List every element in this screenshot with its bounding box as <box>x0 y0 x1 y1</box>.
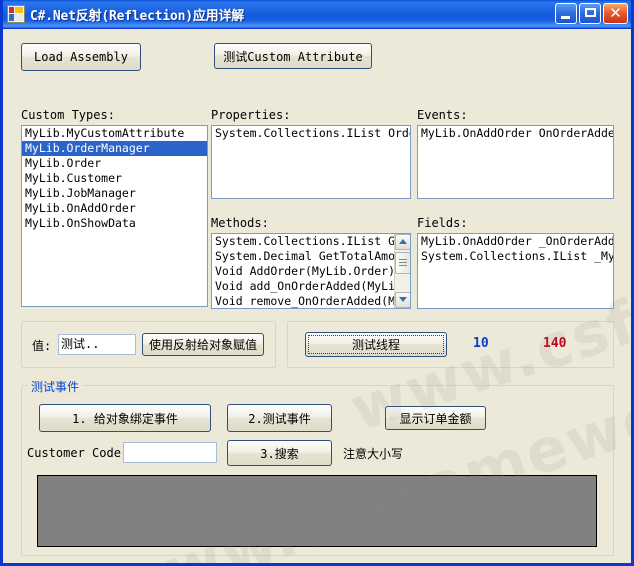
minimize-icon <box>561 16 570 19</box>
load-assembly-button[interactable]: Load Assembly <box>21 43 141 71</box>
search-button[interactable]: 3.搜索 <box>227 440 332 466</box>
list-item[interactable]: MyLib.MyCustomAttribute <box>22 126 207 141</box>
list-item[interactable]: Void remove_OnOrderAdded(MyLi <box>212 294 410 308</box>
list-item[interactable]: MyLib.OnShowData <box>22 216 207 231</box>
output-area[interactable] <box>37 475 597 547</box>
test-custom-attribute-button[interactable]: 测试Custom Attribute <box>214 43 372 69</box>
value-input[interactable]: 测试.. <box>58 334 136 355</box>
custom-types-label: Custom Types: <box>21 108 115 122</box>
client-area: Load Assembly 测试Custom Attribute Custom … <box>3 29 631 563</box>
methods-scrollbar[interactable] <box>394 234 410 308</box>
list-item[interactable]: MyLib.OrderManager <box>22 141 207 156</box>
maximize-button[interactable] <box>579 3 601 24</box>
event-group-title: 测试事件 <box>28 378 83 395</box>
list-item[interactable]: MyLib.JobManager <box>22 186 207 201</box>
scroll-down-icon[interactable] <box>395 292 410 308</box>
list-item[interactable]: System.Collections.IList OrderLi <box>212 126 410 141</box>
thread-panel: 测试线程 10 140 <box>287 321 614 368</box>
minimize-button[interactable] <box>555 3 577 24</box>
thread-counter-red: 140 <box>543 336 567 351</box>
scrollbar-thumb[interactable] <box>395 252 410 274</box>
list-item[interactable]: System.Decimal GetTotalAmount <box>212 249 410 264</box>
list-item[interactable]: MyLib.Customer <box>22 171 207 186</box>
case-sensitive-hint: 注意大小写 <box>343 447 404 461</box>
list-item[interactable]: System.Collections.IList _MyOrde <box>418 249 613 264</box>
fields-label: Fields: <box>417 216 468 230</box>
value-label: 值: <box>32 339 52 353</box>
bind-event-button[interactable]: 1. 给对象绑定事件 <box>39 404 211 432</box>
maximize-icon <box>585 8 596 17</box>
window-title: C#.Net反射(Reflection)应用详解 <box>30 8 245 24</box>
events-label: Events: <box>417 108 468 122</box>
test-thread-button[interactable]: 测试线程 <box>305 332 447 357</box>
list-item[interactable]: Void add_OnOrderAdded(MyLib.O: <box>212 279 410 294</box>
app-grid-icon <box>7 5 25 23</box>
list-item[interactable]: MyLib.OnAddOrder <box>22 201 207 216</box>
list-item[interactable]: MyLib.OnAddOrder _OnOrderAdded <box>418 234 613 249</box>
show-order-amount-button[interactable]: 显示订单金额 <box>385 406 486 430</box>
fields-list[interactable]: MyLib.OnAddOrder _OnOrderAdded System.Co… <box>417 233 614 309</box>
customer-code-input[interactable] <box>123 442 217 463</box>
methods-label: Methods: <box>211 216 269 230</box>
close-button[interactable]: ✕ <box>603 3 628 24</box>
test-event-button[interactable]: 2.测试事件 <box>227 404 332 432</box>
scroll-up-icon[interactable] <box>395 234 410 250</box>
customer-code-label: Customer Code: <box>27 446 129 460</box>
properties-list[interactable]: System.Collections.IList OrderLi <box>211 125 411 199</box>
methods-list[interactable]: System.Collections.IList GetO: System.De… <box>211 233 411 309</box>
application-window: C#.Net反射(Reflection)应用详解 ✕ Load Assembly… <box>0 0 634 566</box>
events-list[interactable]: MyLib.OnAddOrder OnOrderAdded <box>417 125 614 199</box>
close-icon: ✕ <box>609 4 622 22</box>
list-item[interactable]: MyLib.Order <box>22 156 207 171</box>
reflection-panel: 值: 测试.. 使用反射给对象赋值 <box>21 321 276 368</box>
thread-counter-blue: 10 <box>473 336 489 351</box>
window-controls: ✕ <box>555 3 628 24</box>
title-bar: C#.Net反射(Reflection)应用详解 ✕ <box>3 0 631 29</box>
list-item[interactable]: MyLib.OnAddOrder OnOrderAdded <box>418 126 613 141</box>
custom-types-list[interactable]: MyLib.MyCustomAttribute MyLib.OrderManag… <box>21 125 208 307</box>
list-item[interactable]: System.Collections.IList GetO: <box>212 234 410 249</box>
properties-label: Properties: <box>211 108 291 122</box>
assign-by-reflection-button[interactable]: 使用反射给对象赋值 <box>142 333 264 356</box>
list-item[interactable]: Void AddOrder(MyLib.Order) <box>212 264 410 279</box>
